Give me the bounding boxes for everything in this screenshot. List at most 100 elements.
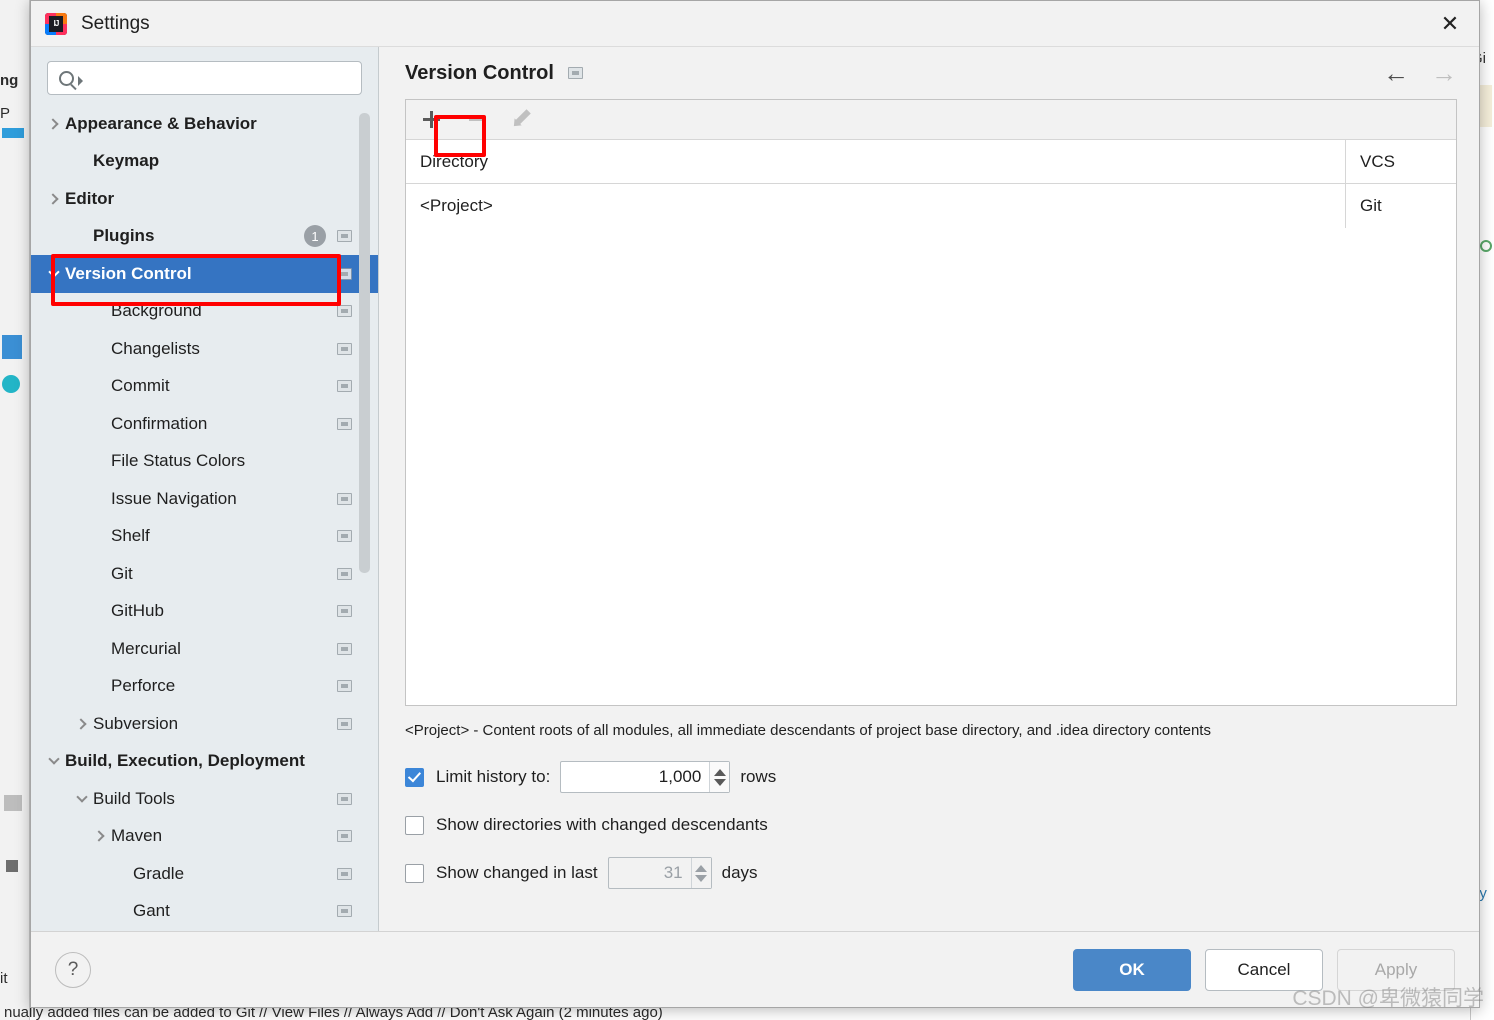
sidebar-item-label: Keymap: [93, 151, 160, 171]
sidebar-item-label: Perforce: [111, 676, 176, 696]
sidebar-item-label: Mercurial: [111, 638, 181, 658]
spinner-down-icon[interactable]: [713, 778, 726, 786]
sidebar-item-label: Shelf: [111, 526, 150, 546]
show-changed-in-last-label: Show changed in last: [436, 863, 598, 882]
spinner-up-icon[interactable]: [713, 768, 726, 776]
days-spin-buttons: [690, 858, 711, 888]
chevron-down-icon[interactable]: [71, 791, 93, 803]
mappings-toolbar: [406, 100, 1456, 140]
limit-history-label: Limit history to:: [436, 767, 551, 786]
sidebar-item-label: Gant: [133, 901, 170, 921]
chevron-down-icon[interactable]: [43, 266, 65, 278]
chevron-down-icon[interactable]: [78, 75, 83, 86]
sidebar-item-editor[interactable]: Editor: [31, 180, 378, 218]
page-title: Version Control: [405, 61, 554, 84]
sidebar-item-mercurial[interactable]: Mercurial: [31, 630, 378, 668]
sidebar-item-git[interactable]: Git: [31, 555, 378, 593]
limit-history-checkbox[interactable]: [405, 767, 424, 787]
limit-history-spin-buttons[interactable]: [709, 762, 730, 792]
column-header-vcs[interactable]: VCS: [1346, 140, 1456, 183]
search-box[interactable]: [47, 61, 362, 95]
project-scope-icon: [337, 792, 352, 805]
sidebar-item-label: Commit: [111, 376, 170, 396]
chevron-down-icon[interactable]: [43, 753, 65, 765]
project-scope-icon: [337, 905, 352, 918]
arrow-right-icon: →: [1431, 58, 1457, 88]
sidebar-item-changelists[interactable]: Changelists: [31, 330, 378, 368]
show-changed-descendants-label: Show directories with changed descendant…: [436, 815, 768, 834]
project-hint-text: <Project> - Content roots of all modules…: [405, 722, 1211, 739]
sidebar-item-shelf[interactable]: Shelf: [31, 518, 378, 556]
intellij-idea-icon: IJ: [45, 12, 67, 35]
bg-left-text-3: it: [0, 970, 8, 987]
project-scope-icon: [337, 867, 352, 880]
search-input[interactable]: [89, 68, 353, 88]
sidebar-item-gant[interactable]: Gant: [31, 893, 378, 931]
bg-right-accent-2: [1480, 240, 1492, 252]
project-scope-icon: [337, 305, 352, 318]
settings-sidebar: Appearance & Behavior Keymap Editor Plugins…: [31, 47, 379, 931]
column-header-directory[interactable]: Directory: [406, 140, 1346, 183]
chevron-right-icon[interactable]: [89, 830, 111, 842]
show-changed-in-last-suffix: days: [721, 863, 758, 882]
project-scope-icon: [337, 642, 352, 655]
sidebar-item-build-execution-deployment[interactable]: Build, Execution, Deployment: [31, 743, 378, 781]
settings-content-panel: Version Control ← → Directory VCS <Proje…: [379, 47, 1479, 931]
close-icon[interactable]: ✕: [1421, 1, 1479, 46]
footer-buttons: OK Cancel Apply: [1073, 948, 1455, 991]
project-scope-icon: [337, 492, 352, 505]
sidebar-item-issue-navigation[interactable]: Issue Navigation: [31, 480, 378, 518]
cell-vcs: Git: [1360, 196, 1382, 215]
sidebar-item-label: Appearance & Behavior: [65, 113, 257, 133]
project-scope-icon: [337, 567, 352, 580]
project-scope-icon: [337, 267, 352, 280]
sidebar-item-build-tools[interactable]: Build Tools: [31, 780, 378, 818]
sidebar-item-file-status-colors[interactable]: File Status Colors: [31, 443, 378, 481]
project-scope-icon: [337, 417, 352, 430]
limit-history-stepper[interactable]: [560, 761, 731, 793]
ok-button[interactable]: OK: [1073, 948, 1191, 991]
arrow-left-icon[interactable]: ←: [1383, 60, 1409, 86]
project-scope-icon: [337, 717, 352, 730]
table-row[interactable]: <Project> Git: [406, 184, 1456, 228]
sidebar-item-gradle[interactable]: Gradle: [31, 855, 378, 893]
sidebar-item-label: Issue Navigation: [111, 488, 237, 508]
settings-tree: Appearance & Behavior Keymap Editor Plugins…: [31, 105, 378, 930]
sidebar-item-label: Maven: [111, 826, 163, 846]
show-changed-in-last-checkbox[interactable]: [405, 863, 424, 883]
sidebar-item-label: Version Control: [65, 263, 192, 283]
bg-left-accent-4: [4, 795, 22, 811]
bg-left-text-2: P: [0, 105, 11, 122]
sidebar-item-label: Confirmation: [111, 413, 208, 433]
project-scope-icon: [337, 230, 352, 243]
bg-left-accent-5: [6, 860, 18, 872]
chevron-right-icon[interactable]: [43, 118, 65, 130]
sidebar-item-label: Plugins: [93, 226, 155, 246]
sidebar-item-github[interactable]: GitHub: [31, 593, 378, 631]
chevron-right-icon[interactable]: [43, 193, 65, 205]
sidebar-item-subversion[interactable]: Subversion: [31, 705, 378, 743]
plus-icon[interactable]: [418, 107, 444, 133]
cancel-button[interactable]: Cancel: [1205, 948, 1323, 991]
project-scope-icon: [567, 67, 583, 79]
show-changed-descendants-checkbox[interactable]: [405, 815, 424, 835]
bg-left-accent-1: [2, 128, 24, 138]
sidebar-item-label: Editor: [65, 188, 115, 208]
sidebar-item-maven[interactable]: Maven: [31, 818, 378, 856]
sidebar-item-perforce[interactable]: Perforce: [31, 668, 378, 706]
sidebar-item-commit[interactable]: Commit: [31, 368, 378, 406]
window-title: Settings: [81, 12, 150, 34]
sidebar-item-appearance-behavior[interactable]: Appearance & Behavior: [31, 105, 378, 143]
sidebar-scrollbar-thumb[interactable]: [359, 113, 370, 573]
help-icon[interactable]: ?: [55, 951, 91, 988]
apply-button: Apply: [1337, 948, 1455, 991]
sidebar-item-label: GitHub: [111, 601, 164, 621]
sidebar-item-keymap[interactable]: Keymap: [31, 143, 378, 181]
sidebar-item-version-control[interactable]: Version Control: [31, 255, 378, 293]
chevron-right-icon[interactable]: [71, 718, 93, 730]
project-scope-icon: [337, 530, 352, 543]
sidebar-item-plugins[interactable]: Plugins 1: [31, 218, 378, 256]
sidebar-item-confirmation[interactable]: Confirmation: [31, 405, 378, 443]
sidebar-item-background[interactable]: Background: [31, 293, 378, 331]
limit-history-input[interactable]: [561, 762, 710, 792]
